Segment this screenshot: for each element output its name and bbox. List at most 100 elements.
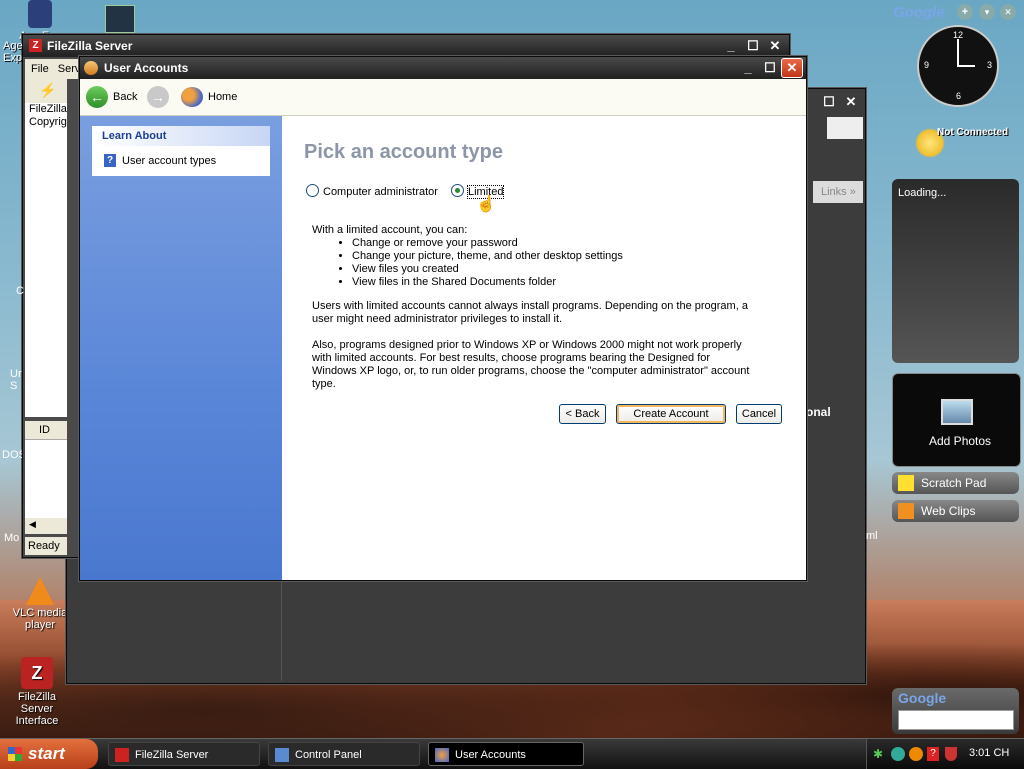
close-icon[interactable]: ✕ xyxy=(781,58,803,78)
home-users-icon xyxy=(181,87,203,107)
list-item: View files in the Shared Documents folde… xyxy=(352,276,752,289)
forward-arrow-icon[interactable]: → xyxy=(147,86,169,108)
back-arrow-icon[interactable]: ← xyxy=(86,86,108,108)
window-title: FileZilla Server xyxy=(47,39,133,53)
taskbar: start FileZilla Server Control Panel Use… xyxy=(0,738,1024,769)
task-control-panel[interactable]: Control Panel xyxy=(268,742,420,766)
photo-icon xyxy=(941,399,973,425)
column-id[interactable]: ID xyxy=(39,424,50,436)
sidebar-brand[interactable]: Google xyxy=(893,4,945,21)
cancel-button[interactable]: Cancel xyxy=(736,404,782,424)
learn-about-item[interactable]: ? User account types xyxy=(92,146,270,176)
menu-bar: File Serv xyxy=(25,59,81,79)
web-clips-gadget[interactable]: Web Clips xyxy=(892,500,1019,522)
learn-about-link[interactable]: User account types xyxy=(122,155,216,167)
users-icon xyxy=(84,61,98,75)
task-label: Control Panel xyxy=(295,749,362,761)
close-sidebar-icon[interactable]: ✕ xyxy=(1000,4,1016,20)
description: With a limited account, you can: Change … xyxy=(312,224,752,391)
radio-icon[interactable] xyxy=(306,184,319,197)
scratch-pad-label: Scratch Pad xyxy=(921,476,987,490)
log-pane: FileZilla Copyrig xyxy=(25,103,67,417)
windows-flag-icon xyxy=(8,747,22,761)
close-icon[interactable]: ✕ xyxy=(841,93,861,111)
help-tray-icon[interactable]: ? xyxy=(927,747,939,761)
filezilla-titlebar[interactable]: Z FileZilla Server _ ☐ ✕ xyxy=(23,35,789,57)
shield-icon[interactable] xyxy=(945,747,957,761)
add-gadget-icon[interactable]: + xyxy=(957,4,973,20)
close-icon[interactable]: ✕ xyxy=(765,37,785,55)
users-icon xyxy=(435,748,449,762)
menu-file[interactable]: File xyxy=(31,63,49,75)
search-input[interactable] xyxy=(898,710,1014,730)
minimize-icon[interactable]: _ xyxy=(721,37,741,55)
task-label: User Accounts xyxy=(455,749,526,761)
maximize-icon[interactable]: ☐ xyxy=(819,93,839,111)
minute-hand xyxy=(957,39,959,67)
analog-clock[interactable]: 12 3 6 9 xyxy=(917,25,999,107)
menu-server[interactable]: Serv xyxy=(58,63,81,75)
radio-selected-icon[interactable] xyxy=(451,184,464,197)
intro-text: With a limited account, you can: xyxy=(312,224,468,236)
desktop-icon-filezilla[interactable]: Z FileZilla Server Interface xyxy=(2,657,72,727)
filezilla-icon xyxy=(115,748,129,762)
network-icon[interactable]: ✱ xyxy=(873,747,883,761)
task-user-accounts[interactable]: User Accounts xyxy=(428,742,584,766)
home-button[interactable]: Home xyxy=(208,91,237,103)
edge-label: ml xyxy=(866,530,878,542)
clock-hour-label: 9 xyxy=(924,60,930,70)
maximize-icon[interactable]: ☐ xyxy=(760,59,780,77)
lightning-icon[interactable]: ⚡ xyxy=(39,82,56,99)
windows-logo-icon xyxy=(827,117,863,139)
list-item: Change or remove your password xyxy=(352,237,752,250)
slideshow-gadget[interactable]: Add Photos xyxy=(892,373,1021,467)
help-icon: ? xyxy=(104,154,116,167)
feed-gadget[interactable]: Loading... xyxy=(892,179,1019,363)
taskbar-clock[interactable]: 3:01 CH xyxy=(969,747,1009,759)
firefox-icon[interactable] xyxy=(909,747,923,761)
task-filezilla[interactable]: FileZilla Server xyxy=(108,742,260,766)
add-photos-label[interactable]: Add Photos xyxy=(929,434,991,448)
scroll-left-icon[interactable]: ◀ xyxy=(29,519,36,529)
create-account-button[interactable]: Create Account xyxy=(616,404,726,424)
hand-cursor-icon: ☝ xyxy=(476,196,496,213)
log-line: FileZilla xyxy=(29,103,67,115)
start-label: start xyxy=(28,744,65,763)
content-pane: Pick an account type Computer administra… xyxy=(282,116,806,580)
clock-hour-label: 6 xyxy=(956,91,962,101)
maximize-icon[interactable]: ☐ xyxy=(743,37,763,55)
app-icon xyxy=(28,0,52,28)
task-label: FileZilla Server xyxy=(135,749,209,761)
start-button[interactable]: start xyxy=(0,739,98,769)
divider xyxy=(281,577,282,681)
status-text: Ready xyxy=(28,540,60,552)
radio-computer-admin[interactable]: Computer administrator xyxy=(306,184,438,198)
status-bar: Ready xyxy=(25,537,67,555)
links-bar[interactable]: Links » xyxy=(813,181,863,203)
google-logo: Google xyxy=(898,690,947,706)
filezilla-icon: Z xyxy=(21,657,53,689)
user-accounts-window[interactable]: User Accounts _ ☐ ✕ ← Back → Home Learn … xyxy=(79,56,807,581)
scratch-pad-gadget[interactable]: Scratch Pad xyxy=(892,472,1019,494)
sidebar-tray-icon[interactable] xyxy=(891,747,905,761)
clock-hour-label: 3 xyxy=(987,60,993,70)
page-title: Pick an account type xyxy=(304,141,503,163)
note-icon xyxy=(898,475,914,491)
connections-list xyxy=(25,440,67,518)
back-button[interactable]: Back xyxy=(113,91,137,103)
user-accounts-titlebar[interactable]: User Accounts _ ☐ ✕ xyxy=(80,57,806,79)
radio-label: Computer administrator xyxy=(323,186,438,198)
options-icon[interactable]: ▾ xyxy=(979,4,995,20)
edge-label: onal xyxy=(806,405,831,419)
ability-list: Change or remove your password Change yo… xyxy=(312,237,752,289)
learn-about-box: Learn About ? User account types xyxy=(92,126,270,176)
desktop-icon-vlc[interactable]: VLC media player xyxy=(5,577,75,631)
horizontal-scrollbar[interactable]: ◀ xyxy=(25,518,67,534)
google-search-gadget: Google xyxy=(892,688,1019,734)
edge-label: DOS xyxy=(2,449,22,461)
back-wizard-button[interactable]: < Back xyxy=(559,404,606,424)
minimize-icon[interactable]: _ xyxy=(738,59,758,77)
terminal-icon[interactable] xyxy=(105,5,135,33)
desktop-icon-label: FileZilla Server Interface xyxy=(15,691,59,727)
rss-icon xyxy=(898,503,914,519)
